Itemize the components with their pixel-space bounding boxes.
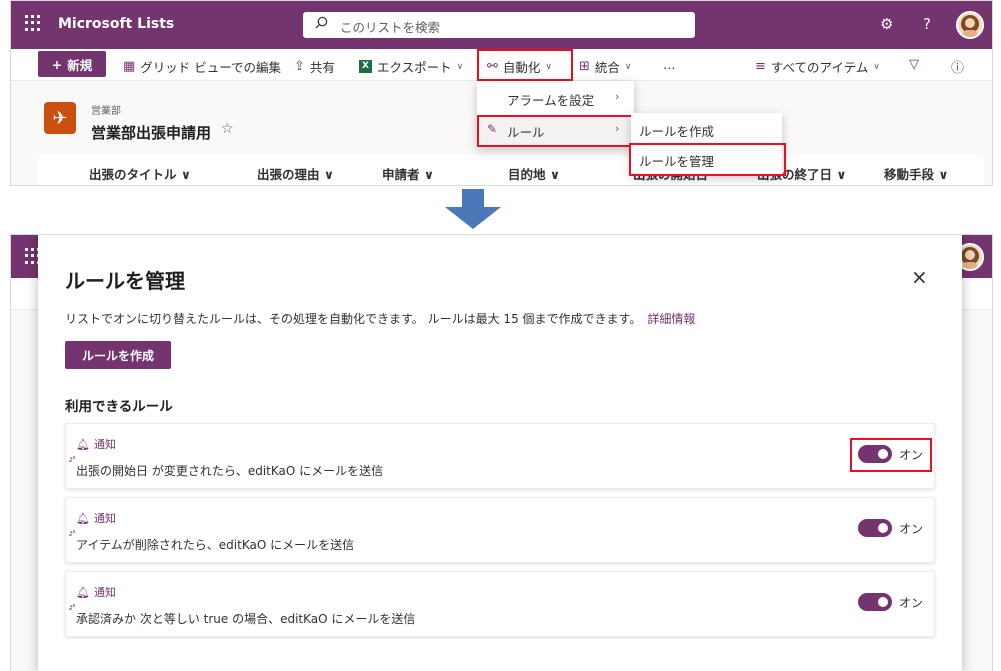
toggle-label: オン <box>899 596 924 610</box>
app-title[interactable]: Microsoft Lists <box>58 16 174 32</box>
panel-title: ルールを管理 <box>65 269 185 293</box>
filter-button[interactable]: ▽ <box>909 57 919 72</box>
export-button[interactable]: X エクスポート ∨ <box>359 57 463 76</box>
rule-card[interactable]: 🔔︎ 通知 アイテムが削除されたら、editKaO にメールを送信 オン <box>65 497 935 563</box>
automate-highlight <box>477 49 573 81</box>
section-title: 利用できるルール <box>65 399 173 415</box>
search-box[interactable]: このリストを検索 <box>303 12 695 38</box>
lists-screen-before: Microsoft Lists このリストを検索 ⚙ ? + 新規 ▦ グリッド ビ… <box>10 0 993 186</box>
list-icon: ✈ <box>44 102 76 134</box>
column-header[interactable]: 移動手段 ∨ <box>884 164 949 183</box>
manage-rules-highlight <box>629 143 786 176</box>
close-icon[interactable]: × <box>911 265 928 289</box>
bell-icon: 🔔︎ <box>76 437 90 451</box>
rule-toggle[interactable] <box>858 593 892 611</box>
panel-description: リストでオンに切り替えたルールは、その処理を自動化できます。 ルールは最大 15… <box>65 312 696 326</box>
lists-screen-after: ルールを管理 × リストでオンに切り替えたルールは、その処理を自動化できます。 … <box>10 234 993 671</box>
search-icon <box>315 16 328 29</box>
rule-text: 承認済みか 次と等しい true の場合、editKaO にメールを送信 <box>76 612 416 626</box>
avatar[interactable] <box>956 11 984 39</box>
favorite-star-icon[interactable]: ☆ <box>221 121 234 137</box>
rule-text: 出張の開始日 が変更されたら、editKaO にメールを送信 <box>76 464 384 478</box>
view-selector[interactable]: ≡ すべてのアイテム ∨ <box>755 57 880 76</box>
rule-type: 🔔︎ 通知 <box>76 511 116 526</box>
list-title: 営業部出張申請用 <box>91 124 212 142</box>
menu-item-alert[interactable]: アラームを設定 <box>507 90 594 109</box>
rule-card[interactable]: 🔔︎ 通知 出張の開始日 が変更されたら、editKaO にメールを送信 オン <box>65 423 935 489</box>
command-bar: + 新規 ▦ グリッド ビューでの編集 ⇪ 共有 X エクスポート ∨ ⚯ 自動化 ∨ ⊞ 統合… <box>11 49 992 81</box>
share-button[interactable]: ⇪ 共有 <box>294 57 335 76</box>
excel-icon: X <box>359 60 372 73</box>
automate-menu: アラームを設定 › ✎ ルール › <box>477 81 634 147</box>
search-placeholder: このリストを検索 <box>340 20 441 35</box>
rules-highlight <box>477 115 634 147</box>
grid-icon: ▦ <box>123 59 136 74</box>
chevron-down-icon: ∨ <box>873 61 880 72</box>
integrate-button[interactable]: ⊞ 統合 ∨ <box>579 57 632 76</box>
column-header-row: 出張のタイトル ∨ 出張の理由 ∨ 申請者 ∨ 目的地 ∨ 出張の開始日 出張の… <box>37 155 984 185</box>
rule-text: アイテムが削除されたら、editKaO にメールを送信 <box>76 538 355 552</box>
column-header[interactable]: 申請者 ∨ <box>382 164 434 183</box>
chevron-right-icon: › <box>615 90 620 103</box>
create-rule-button[interactable]: ルールを作成 <box>65 341 171 369</box>
gear-icon[interactable]: ⚙ <box>880 15 893 33</box>
info-icon: ⓘ <box>951 61 965 76</box>
view-icon: ≡ <box>755 59 766 74</box>
column-header[interactable]: 目的地 ∨ <box>508 164 560 183</box>
new-button[interactable]: + 新規 <box>38 51 106 77</box>
menu-item-create-rule[interactable]: ルールを作成 <box>639 121 714 140</box>
share-icon: ⇪ <box>294 59 305 74</box>
rule-toggle[interactable] <box>858 519 892 537</box>
bell-icon: 🔔︎ <box>76 585 90 599</box>
suite-bar: Microsoft Lists このリストを検索 ⚙ ? <box>11 1 992 49</box>
learn-more-link[interactable]: 詳細情報 <box>647 312 695 326</box>
toggle-highlight <box>850 438 932 472</box>
rules-submenu: ルールを作成 ルールを管理 <box>629 113 786 176</box>
help-icon[interactable]: ? <box>923 15 931 33</box>
bell-icon: 🔔︎ <box>76 511 90 525</box>
arrow-down-icon <box>445 189 501 229</box>
grid-edit-button[interactable]: ▦ グリッド ビューでの編集 <box>123 57 281 76</box>
app-launcher-icon[interactable] <box>25 15 41 31</box>
more-button[interactable]: … <box>663 57 676 72</box>
manage-rules-panel: ルールを管理 × リストでオンに切り替えたルールは、その処理を自動化できます。 … <box>38 235 962 671</box>
chevron-down-icon: ∨ <box>456 61 464 72</box>
filter-icon: ▽ <box>909 57 919 72</box>
info-button[interactable]: ⓘ <box>951 57 964 76</box>
column-header[interactable]: 出張の理由 ∨ <box>257 164 334 183</box>
plus-icon: + <box>51 56 63 72</box>
rule-type: 🔔︎ 通知 <box>76 585 116 600</box>
rule-card[interactable]: 🔔︎ 通知 承認済みか 次と等しい true の場合、editKaO にメールを送… <box>65 571 935 637</box>
column-header[interactable]: 出張のタイトル ∨ <box>89 164 191 183</box>
chevron-down-icon: ∨ <box>624 61 632 72</box>
integrate-icon: ⊞ <box>579 59 590 74</box>
rule-type: 🔔︎ 通知 <box>76 437 116 452</box>
breadcrumb[interactable]: 営業部 <box>91 102 121 117</box>
toggle-label: オン <box>899 522 924 536</box>
